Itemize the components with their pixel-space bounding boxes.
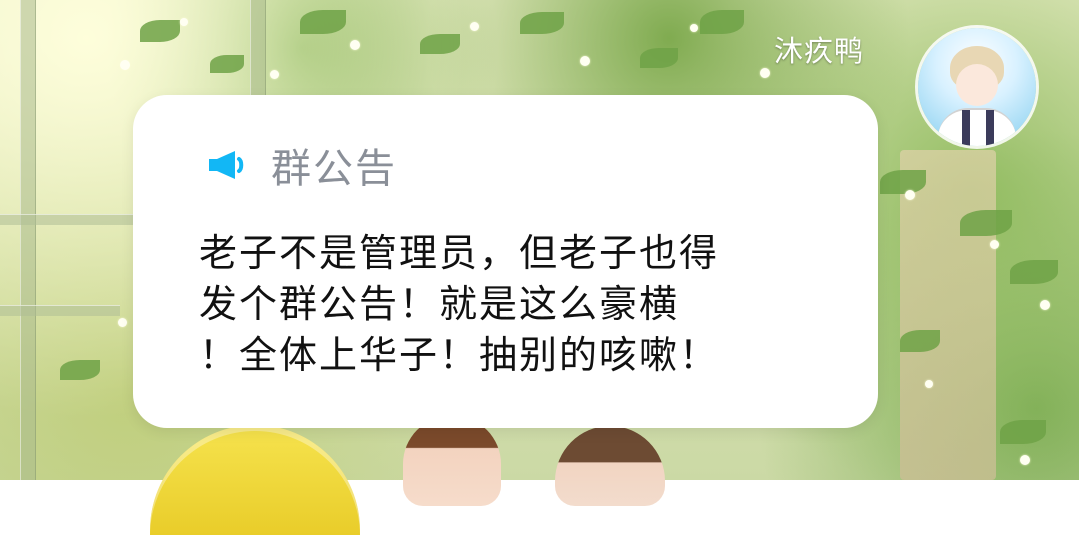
megaphone-icon [209, 151, 244, 179]
announcement-title: 群公告 [271, 146, 397, 192]
announcement-line: 发个群公告！就是这么豪横 [199, 282, 680, 326]
group-announcement-card[interactable]: 群公告 老子不是管理员，但老子也得 发个群公告！就是这么豪横 ！全体上华子！抽别… [133, 95, 878, 428]
sender-avatar[interactable] [918, 28, 1036, 146]
announcement-line: ！全体上华子！抽别的咳嗽！ [199, 333, 720, 377]
announcement-line: 老子不是管理员，但老子也得 [199, 231, 720, 275]
announcement-body: 老子不是管理员，但老子也得 发个群公告！就是这么豪横 ！全体上华子！抽别的咳嗽！ [199, 228, 849, 381]
announcement-header: 群公告 [205, 136, 397, 194]
sender-name: 沐疚鸭 [773, 34, 864, 68]
